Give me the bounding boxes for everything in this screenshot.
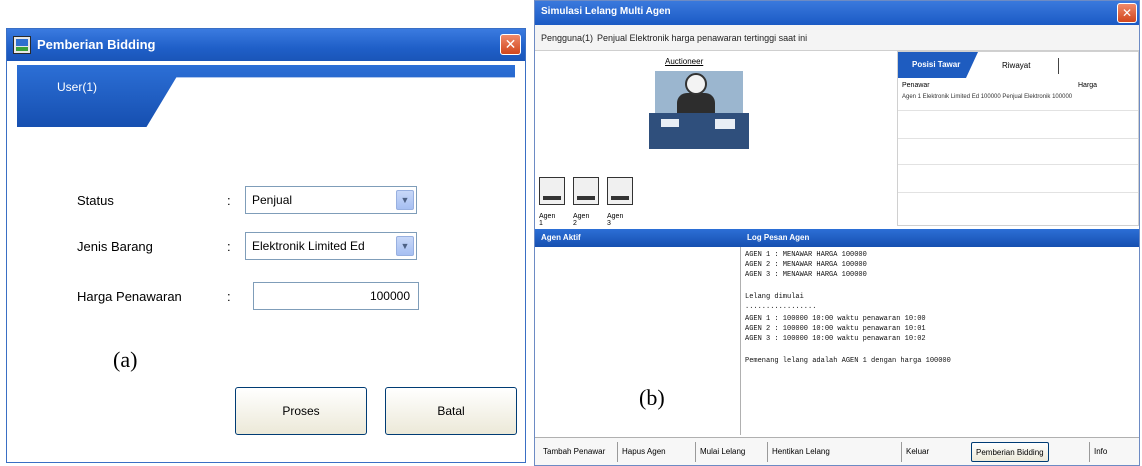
pane-title: Log Pesan Agen xyxy=(747,233,810,242)
tab-label: Posisi Tawar xyxy=(912,60,961,69)
panel-b-tag: (b) xyxy=(639,385,665,410)
auctioneer-label: Auctioneer xyxy=(665,57,704,66)
close-button[interactable]: ✕ xyxy=(1117,3,1137,23)
batal-button[interactable]: Batal xyxy=(385,387,517,435)
simulation-title: Simulasi Lelang Multi Agen xyxy=(541,6,671,17)
jenis-barang-label: Jenis Barang xyxy=(77,239,153,254)
log-line: AGEN 2 : MENAWAR HARGA 100000 xyxy=(745,261,867,269)
log-line: ................. xyxy=(745,303,817,311)
simulation-titlebar[interactable]: Simulasi Lelang Multi Agen ✕ xyxy=(535,1,1139,25)
jenis-barang-row: Jenis Barang : Elektronik Limited Ed ▼ xyxy=(77,232,437,262)
desk-paper xyxy=(715,119,735,129)
keluar-button[interactable]: Keluar xyxy=(901,442,933,462)
divider xyxy=(898,192,1138,193)
agent-label: Agen 1 xyxy=(539,213,556,227)
status-row: Status : Penjual ▼ xyxy=(77,186,437,216)
status-dropdown[interactable]: Penjual ▼ xyxy=(245,186,417,214)
bidding-dialog-window: Pemberian Bidding ✕ User(1) Status : Pen… xyxy=(6,28,526,463)
jenis-barang-value: Elektronik Limited Ed xyxy=(252,239,365,253)
agent-label: Agen 2 xyxy=(573,213,590,227)
log-line: AGEN 1 : 100000 10:00 waktu penawaran 10… xyxy=(745,315,926,323)
pane-title: Agen Aktif xyxy=(541,233,581,242)
hapus-agen-button[interactable]: Hapus Agen xyxy=(617,442,670,462)
info-button[interactable]: Info xyxy=(1089,442,1111,462)
colon: : xyxy=(227,239,231,254)
info-status: Penjual Elektronik harga penawaran terti… xyxy=(597,33,808,43)
hentikan-lelang-button[interactable]: Hentikan Lelang xyxy=(767,442,834,462)
divider xyxy=(898,110,1138,111)
user-banner: User(1) xyxy=(17,65,515,127)
panel-a-tag: (a) xyxy=(113,347,138,372)
log-line: AGEN 2 : 100000 10:00 waktu penawaran 10… xyxy=(745,325,926,333)
chevron-down-icon[interactable]: ▼ xyxy=(396,236,414,256)
divider xyxy=(898,138,1138,139)
computer-icon[interactable] xyxy=(539,177,565,205)
computer-icon[interactable] xyxy=(573,177,599,205)
status-label: Status xyxy=(77,193,114,208)
tab-divider xyxy=(1058,58,1059,74)
log-line: Lelang dimulai xyxy=(745,293,804,301)
user-banner-background xyxy=(17,65,515,127)
log-line: Pemenang lelang adalah AGEN 1 dengan har… xyxy=(745,357,951,365)
harga-input[interactable]: 100000 xyxy=(253,282,419,310)
auctioneer-head-icon xyxy=(685,73,707,95)
auctioneer-illustration: Auctioneer xyxy=(649,57,749,153)
message-log-pane: Log Pesan Agen AGEN 1 : MENAWAR HARGA 10… xyxy=(741,229,1139,435)
auctioneer-body xyxy=(677,93,715,115)
harga-row: Harga Penawaran : 100000 xyxy=(77,282,437,312)
computer-icon[interactable] xyxy=(607,177,633,205)
pane-header: Log Pesan Agen xyxy=(741,229,1139,247)
app-icon xyxy=(13,36,31,54)
harga-label: Harga Penawaran xyxy=(77,289,182,304)
column-header: Penawar xyxy=(902,82,930,89)
pemberian-bidding-button[interactable]: Pemberian Bidding xyxy=(971,442,1049,462)
dialog-title: Pemberian Bidding xyxy=(37,37,156,52)
tab-posisi-tawar[interactable]: Posisi Tawar xyxy=(898,52,978,78)
pane-header: Agen Aktif xyxy=(535,229,741,247)
tab-riwayat[interactable]: Riwayat xyxy=(1002,61,1030,70)
chevron-down-icon[interactable]: ▼ xyxy=(396,190,414,210)
log-line: AGEN 1 : MENAWAR HARGA 100000 xyxy=(745,251,867,259)
simulation-window: Simulasi Lelang Multi Agen ✕ Pengguna(1)… xyxy=(534,0,1140,466)
colon: : xyxy=(227,193,231,208)
column-header: Harga xyxy=(1078,82,1098,89)
divider xyxy=(898,164,1138,165)
info-user: Pengguna(1) xyxy=(541,33,594,43)
proses-button[interactable]: Proses xyxy=(235,387,367,435)
active-agents-pane: Agen Aktif xyxy=(535,229,741,435)
harga-value: 100000 xyxy=(369,289,410,303)
status-value: Penjual xyxy=(252,193,293,207)
info-bar: Pengguna(1) Penjual Elektronik harga pen… xyxy=(535,25,1139,51)
log-line: AGEN 3 : 100000 10:00 waktu penawaran 10… xyxy=(745,335,926,343)
agent-label: Agen 3 xyxy=(607,213,624,227)
log-line: AGEN 3 : MENAWAR HARGA 100000 xyxy=(745,271,867,279)
jenis-barang-dropdown[interactable]: Elektronik Limited Ed ▼ xyxy=(245,232,417,260)
desk-paper xyxy=(661,119,679,127)
mulai-lelang-button[interactable]: Mulai Lelang xyxy=(695,442,749,462)
bid-position-panel: Posisi Tawar Riwayat Penawar Harga Agen … xyxy=(897,51,1139,226)
user-label: User(1) xyxy=(57,80,98,94)
colon: : xyxy=(227,289,231,304)
tambah-penawar-button[interactable]: Tambah Penawar xyxy=(539,442,609,462)
dialog-titlebar[interactable]: Pemberian Bidding ✕ xyxy=(7,29,525,61)
table-row[interactable]: Agen 1 Elektronik Limited Ed 100000 Penj… xyxy=(902,94,1072,100)
bottom-toolbar: Tambah Penawar Hapus Agen Mulai Lelang H… xyxy=(535,437,1139,465)
close-button[interactable]: ✕ xyxy=(500,34,521,55)
